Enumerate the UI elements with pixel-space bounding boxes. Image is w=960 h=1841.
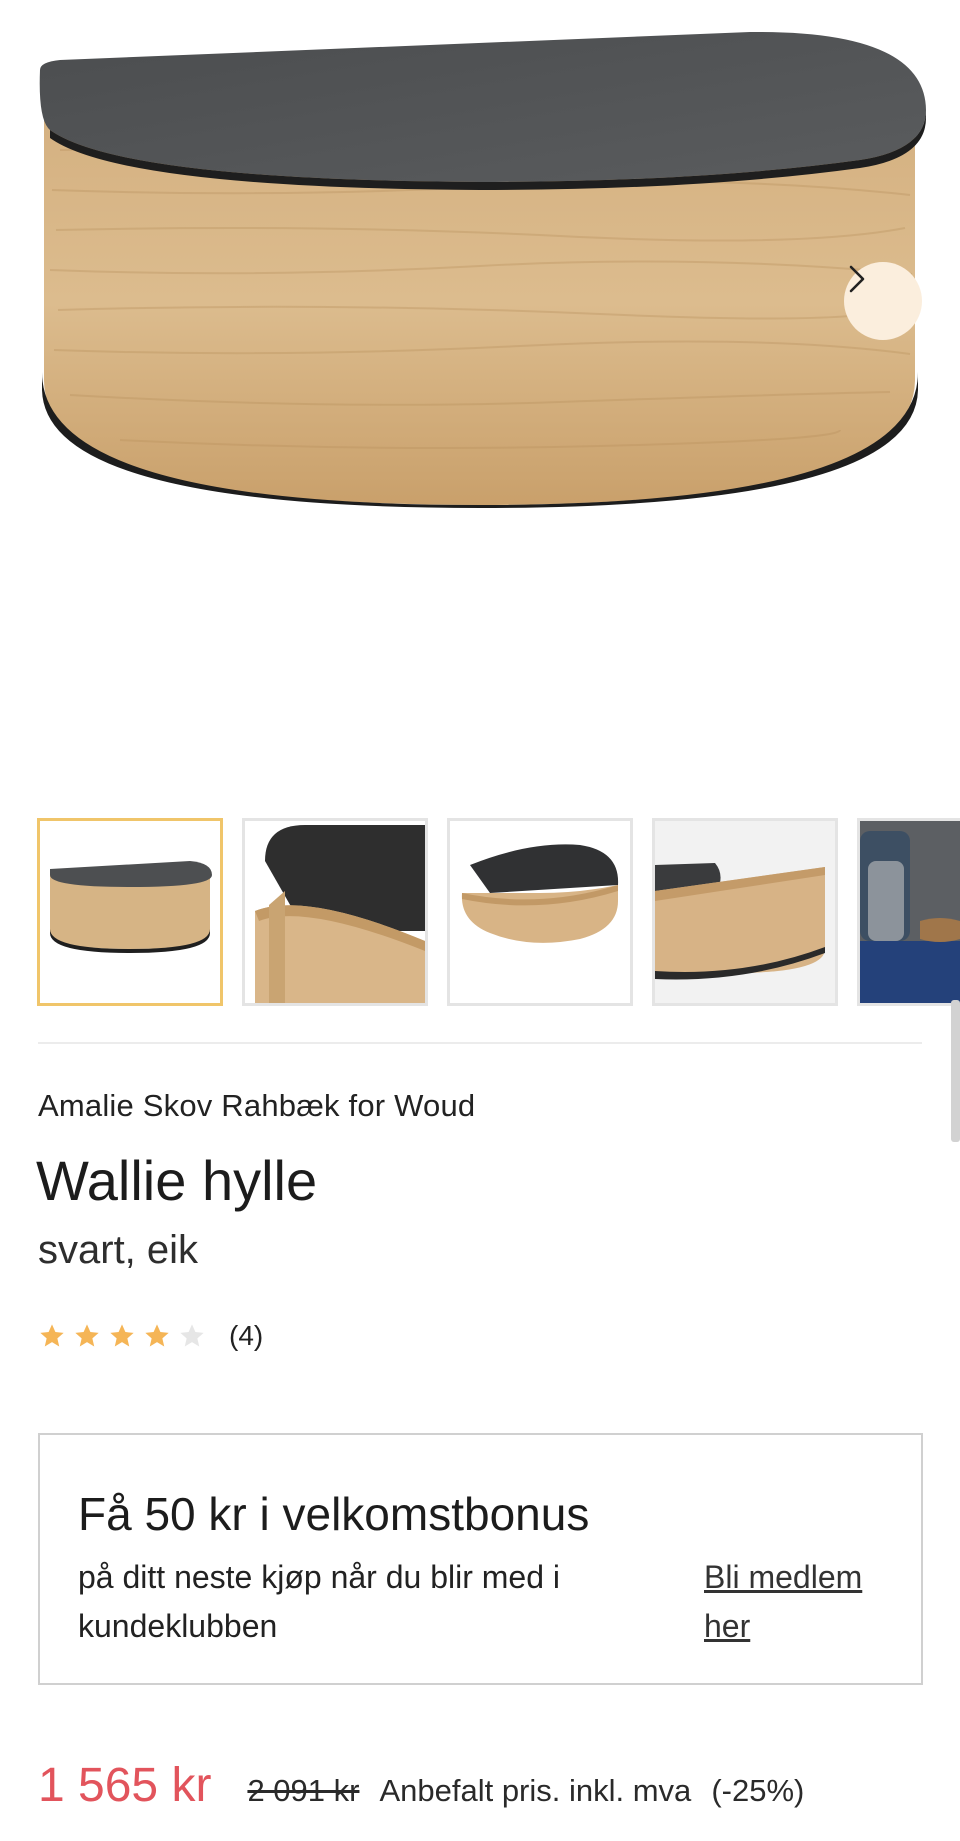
product-image[interactable] <box>0 0 960 790</box>
shelf-illustration <box>39 31 926 508</box>
review-count[interactable]: (4) <box>229 1320 263 1352</box>
divider <box>38 1042 922 1044</box>
thumbnail-2[interactable] <box>242 818 428 1006</box>
brand-name[interactable]: Woud <box>394 1088 475 1123</box>
next-image-button[interactable] <box>844 262 922 340</box>
product-variant: svart, eik <box>38 1228 199 1272</box>
star-icon <box>40 1324 64 1347</box>
thumbnail-strip <box>0 818 960 1006</box>
current-price: 1 565 kr <box>38 1759 212 1812</box>
star-icon <box>110 1324 134 1347</box>
product-rating[interactable]: (4) <box>38 1320 263 1352</box>
price-note: Anbefalt pris. inkl. mva <box>379 1773 692 1808</box>
join-club-link[interactable]: Bli medlem her <box>704 1553 894 1651</box>
bonus-text: på ditt neste kjøp når du blir med i kun… <box>78 1559 561 1644</box>
original-price: 2 091 kr <box>247 1773 360 1808</box>
rating-stars <box>38 1322 213 1350</box>
chevron-right-icon <box>849 265 865 293</box>
scroll-indicator[interactable] <box>951 1000 960 1142</box>
star-icon <box>145 1324 169 1347</box>
designer-brand-line: Amalie Skov Rahbæk for Woud <box>38 1088 475 1124</box>
bonus-title: Få 50 kr i velkomstbonus <box>78 1488 590 1540</box>
product-title: Wallie hylle <box>36 1149 318 1212</box>
thumbnail-5[interactable] <box>857 818 960 1006</box>
thumbnail-3[interactable] <box>447 818 633 1006</box>
star-icon <box>180 1324 204 1347</box>
product-page: Amalie Skov Rahbæk for Woud Wallie hylle… <box>0 0 960 1841</box>
star-icon <box>75 1324 99 1347</box>
thumbnail-4[interactable] <box>652 818 838 1006</box>
designer-name[interactable]: Amalie Skov Rahbæk <box>38 1088 340 1123</box>
for-word: for <box>348 1088 386 1123</box>
discount-percent: (-25%) <box>711 1773 805 1808</box>
welcome-bonus-box: Få 50 kr i velkomstbonus på ditt neste k… <box>38 1433 923 1685</box>
thumbnail-1[interactable] <box>37 818 223 1006</box>
price-row: 1 565 kr 2 091 kr Anbefalt pris. inkl. m… <box>38 1758 804 1813</box>
